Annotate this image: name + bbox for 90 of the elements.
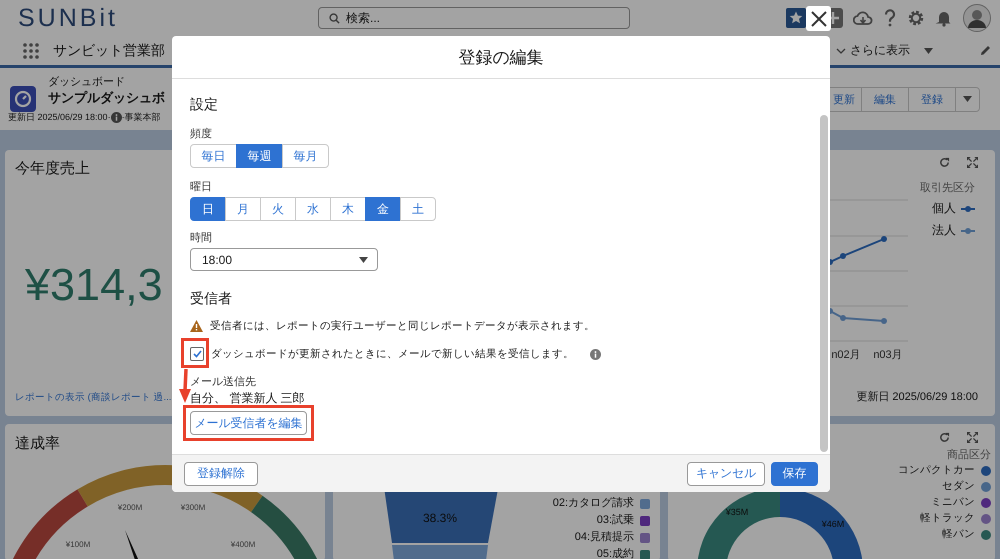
- day-toggle[interactable]: 火: [260, 197, 296, 221]
- highlight-box: [181, 338, 209, 368]
- segment-button[interactable]: 毎週: [236, 144, 283, 168]
- app-name: サンビット営業部: [53, 42, 165, 60]
- cloud-icon[interactable]: [853, 9, 873, 27]
- toolbar-button[interactable]: 登録: [908, 86, 956, 112]
- section-heading: 設定: [190, 95, 218, 113]
- dashboard-title: サンプルダッシュボ: [48, 89, 165, 107]
- updated-text: 更新日 2025/06/29 18:00: [856, 390, 979, 404]
- scale-label: ¥200M: [118, 503, 142, 512]
- legend-label: セダン: [942, 479, 975, 494]
- edit-recipients-button[interactable]: メール受信者を編集: [190, 411, 307, 435]
- unsubscribe-button[interactable]: 登録解除: [184, 462, 258, 486]
- refresh-icon[interactable]: [939, 432, 950, 443]
- logo[interactable]: SUNBit: [18, 4, 118, 32]
- segment-button[interactable]: 毎月: [282, 144, 329, 168]
- help-icon[interactable]: [883, 9, 897, 27]
- search-field[interactable]: 検索...: [318, 7, 630, 29]
- legend-label: 03:試乗: [596, 513, 634, 528]
- scrollbar[interactable]: [820, 115, 828, 452]
- field-label: 時間: [190, 231, 212, 245]
- report-link[interactable]: レポートの表示 (商談レポート 過...: [15, 391, 172, 404]
- axis-label: n03月: [873, 349, 903, 361]
- app-launcher-icon[interactable]: [23, 42, 39, 58]
- avatar[interactable]: [963, 4, 991, 32]
- legend-label: 法人: [932, 222, 956, 239]
- legend-label: 個人: [932, 200, 956, 217]
- caret-icon: [963, 96, 972, 102]
- cancel-button[interactable]: キャンセル: [687, 462, 765, 486]
- info-icon[interactable]: [110, 112, 122, 123]
- bell-icon[interactable]: [935, 9, 953, 27]
- checkbox[interactable]: [190, 347, 204, 361]
- legend-title: 取引先区分: [920, 181, 975, 195]
- slice-label: ¥35M: [726, 507, 748, 517]
- card-title: 今年度売上: [15, 159, 91, 178]
- object-type-label: ダッシュボード: [48, 75, 126, 89]
- scale-label: ¥100M: [66, 540, 90, 549]
- toolbar-button[interactable]: 編集: [861, 86, 909, 112]
- axis-label: n02月: [831, 349, 861, 361]
- field-label: 曜日: [190, 180, 212, 194]
- scale-label: ¥300M: [180, 503, 206, 512]
- caret-icon: [359, 256, 368, 262]
- card-title: 達成率: [15, 434, 61, 453]
- legend-title: 商品区分: [947, 448, 991, 462]
- owner-text: ·事業本部: [122, 111, 161, 124]
- pencil-icon[interactable]: [980, 45, 991, 56]
- more-menu[interactable]: さらに表示: [850, 42, 933, 59]
- day-toggle[interactable]: 日: [190, 197, 226, 221]
- metric-value: ¥314,3: [24, 258, 163, 310]
- warning-icon: [190, 320, 203, 332]
- day-toggle[interactable]: 水: [295, 197, 331, 221]
- dashboard-icon: [10, 86, 36, 112]
- stage-label: 38.3%: [422, 511, 458, 525]
- expand-icon[interactable]: [967, 432, 978, 443]
- legend-label: ミニバン: [931, 495, 975, 510]
- legend-label: コンパクトカー: [898, 463, 975, 478]
- caret-icon: [924, 48, 933, 54]
- save-button[interactable]: 保存: [771, 462, 818, 486]
- time-select[interactable]: 18:00: [190, 248, 378, 271]
- arrow: [178, 369, 192, 403]
- section-heading: 受信者: [190, 289, 232, 307]
- segment-button[interactable]: 毎日: [190, 144, 237, 168]
- day-toggle[interactable]: 月: [225, 197, 261, 221]
- close-icon: [810, 10, 826, 26]
- refresh-icon[interactable]: [939, 157, 950, 168]
- legend-label: 05:成約: [596, 547, 634, 559]
- legend-label: 軽バン: [942, 527, 975, 542]
- updated-text: 更新日 2025/06/29 18:00·: [8, 111, 111, 124]
- search-icon: [329, 12, 340, 24]
- day-toggle[interactable]: 金: [365, 197, 401, 221]
- scale-label: ¥400M: [230, 540, 256, 549]
- legend-label: 軽トラック: [920, 511, 975, 526]
- checkmark-icon: [192, 350, 202, 358]
- day-toggle[interactable]: 木: [330, 197, 366, 221]
- checkbox-label: ダッシュボードが更新されたときに、メールで新しい結果を受信します。: [211, 347, 574, 362]
- modal-title: 登録の編集: [458, 46, 544, 68]
- close-button[interactable]: [806, 6, 831, 31]
- slice-label: ¥46M: [822, 519, 844, 529]
- legend-label: 02:カタログ請求: [552, 496, 634, 511]
- settings-icon[interactable]: [907, 9, 925, 27]
- day-toggle[interactable]: 土: [400, 197, 436, 221]
- legend-label: 04:見積提示: [574, 530, 634, 545]
- recipient-list: 自分、 営業新人 三郎: [190, 390, 305, 406]
- more-actions-button[interactable]: [955, 86, 980, 112]
- warning-text: 受信者には、レポートの実行ユーザーと同じレポートデータが表示されます。: [210, 319, 595, 334]
- info-icon[interactable]: [590, 348, 601, 360]
- expand-icon[interactable]: [967, 157, 978, 168]
- field-label: 頻度: [190, 127, 212, 141]
- chevron-icon[interactable]: [836, 46, 846, 54]
- field-label: メール送信先: [190, 375, 256, 389]
